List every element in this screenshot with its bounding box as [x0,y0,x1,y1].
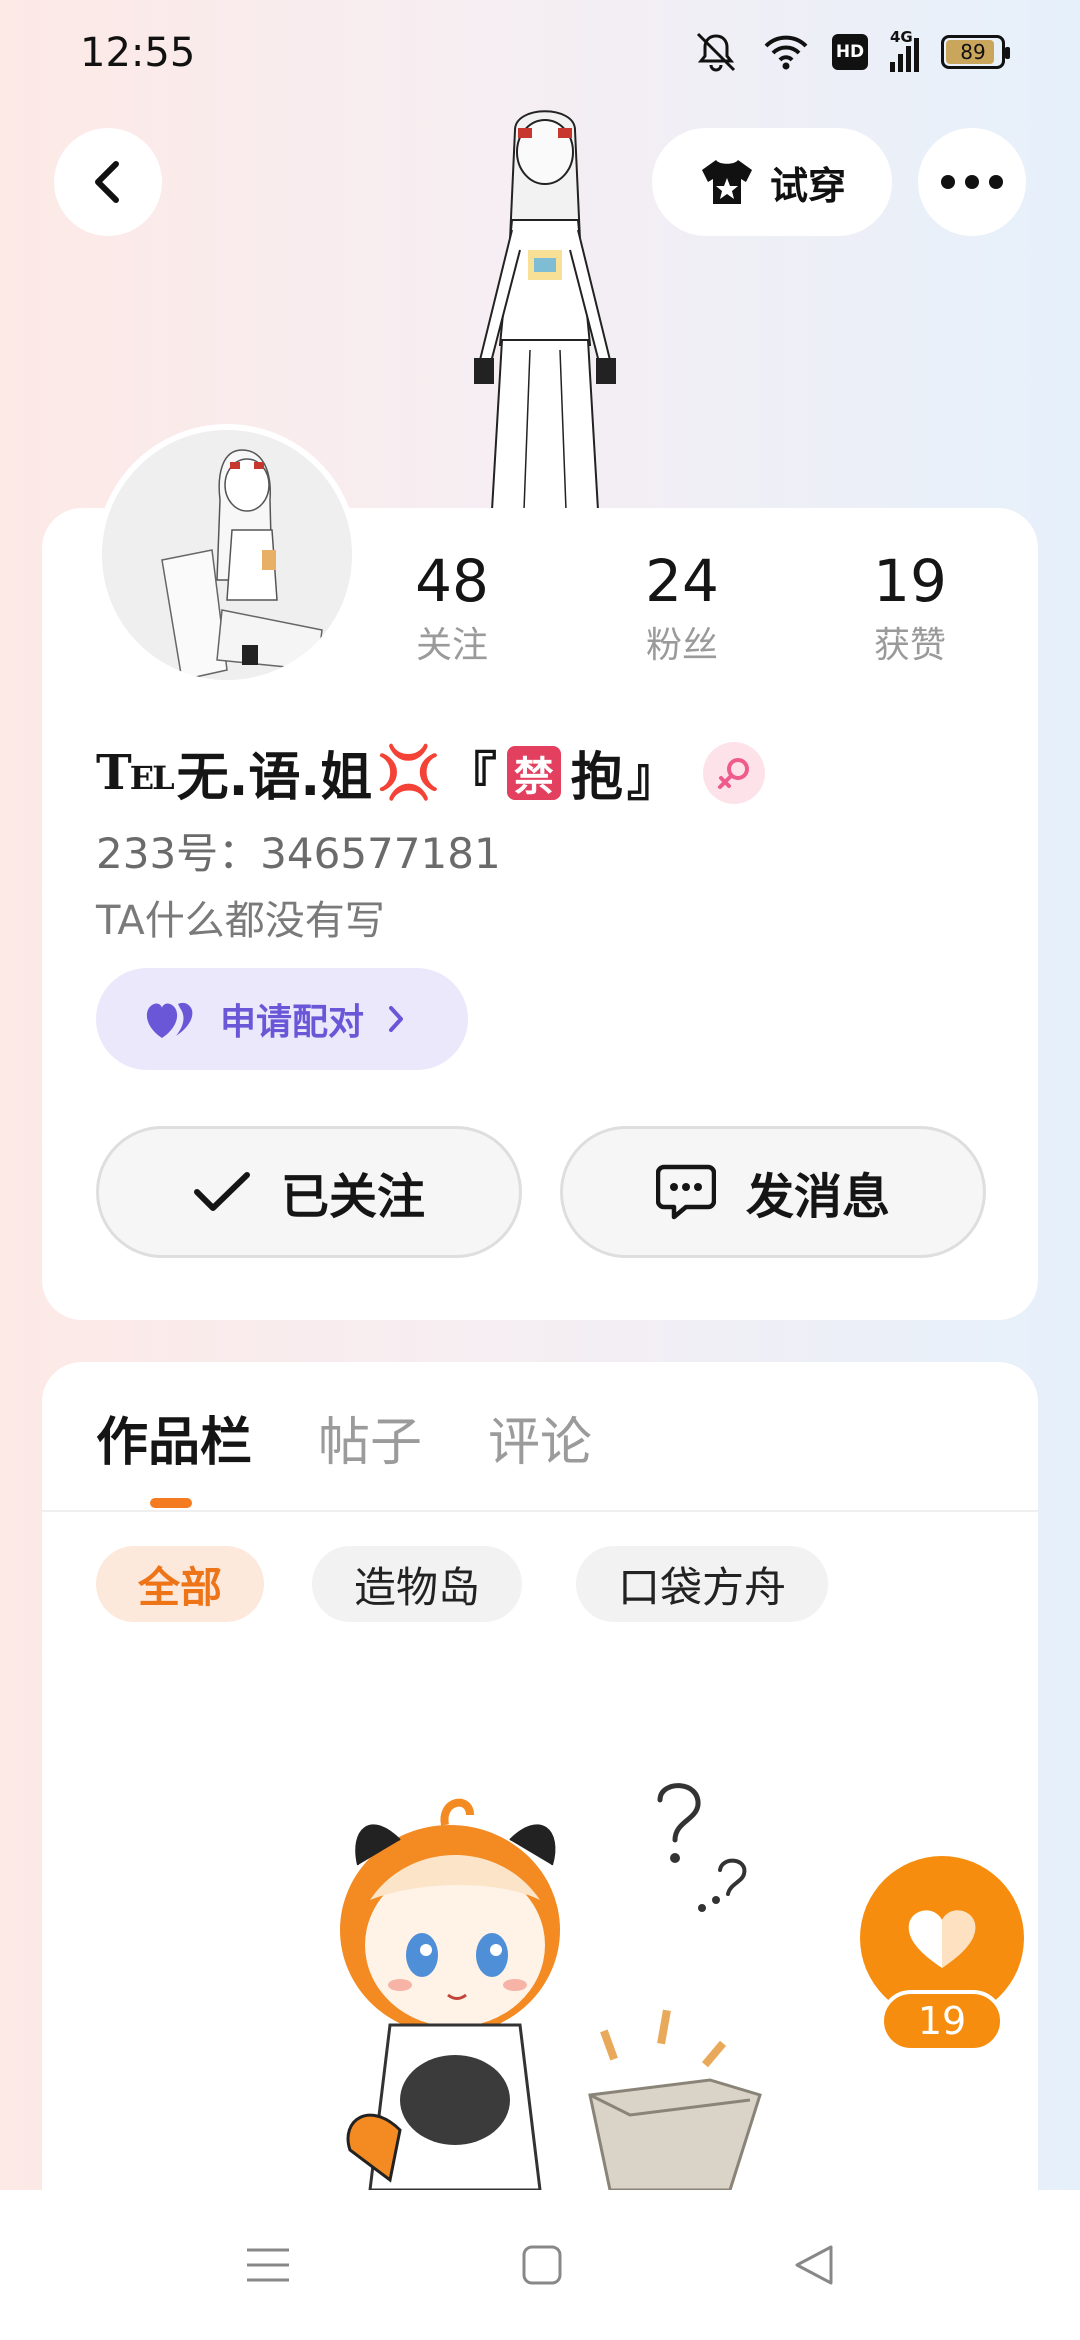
cellular-signal: 4G [890,28,919,72]
likes-count: 19 [873,547,947,615]
stat-likes[interactable]: 19 获赞 [820,547,1000,668]
female-icon [717,757,749,789]
home-square-icon[interactable] [521,2244,563,2286]
ban-badge: 禁 [506,745,561,800]
network-type: 4G [890,28,913,46]
empty-state-mascot-illustration [340,1783,762,2190]
nickname-prefix-small: EL [129,758,175,797]
fans-count: 24 [645,547,719,615]
followed-label: 已关注 [280,1169,425,1225]
active-tab-indicator [150,1498,192,1508]
profile-screen: 12:55 HD 4G 89 试穿 48 关注 24 粉丝 19 获赞 TEL … [0,0,1080,2340]
tabs-divider [42,1510,1038,1512]
filter-creation-island[interactable]: 造物岛 [312,1546,523,1622]
try-on-label: 试穿 [769,163,846,208]
signal-bar-2 [898,54,903,72]
stat-following[interactable]: 48 关注 [362,547,542,668]
mute-bell-icon [696,32,736,72]
following-label: 关注 [415,624,488,666]
filter-pocket-ark[interactable]: 口袋方舟 [576,1546,829,1622]
hd-badge: HD [832,34,868,70]
status-time: 12:55 [80,30,196,76]
request-pair-label: 申请配对 [220,1002,365,1043]
nickname-prefix-big: T [96,744,132,801]
heart-icon [908,1910,976,1968]
nickname-main: 无.语.姐 [176,748,373,808]
status-icons: HD 4G 89 [692,28,1010,74]
send-message-label: 发消息 [745,1169,890,1225]
avatar[interactable] [96,424,358,686]
avatar-character-image [102,430,352,680]
nickname-bracket-close: 』 [626,748,679,808]
menu-icon[interactable] [245,2245,291,2285]
fans-label: 粉丝 [645,624,718,666]
system-nav-bar [0,2190,1080,2340]
nickname: TEL 无.语.姐 💢 『 禁 抱 』 [96,735,765,810]
bio: TA什么都没有写 [96,898,385,944]
more-button[interactable] [918,128,1026,236]
avatar-image [102,430,352,680]
signal-bar-4 [914,38,919,72]
user-id: 233号：346577181 [96,829,501,878]
battery-indicator: 89 [941,35,1010,69]
back-button[interactable] [54,128,162,236]
send-message-button[interactable]: 发消息 [560,1126,986,1258]
followed-button[interactable]: 已关注 [96,1126,522,1258]
back-triangle-icon[interactable] [793,2243,835,2287]
anger-emoji: 💢 [376,743,441,803]
stat-fans[interactable]: 24 粉丝 [592,547,772,668]
chevron-right-icon [389,1006,404,1032]
signal-bar-1 [890,62,895,72]
nickname-bracket-open: 『 [444,748,497,808]
more-dots-icon [941,175,1003,189]
try-on-button[interactable]: 试穿 [652,128,892,236]
filter-all[interactable]: 全部 [96,1546,265,1622]
tab-comments[interactable]: 评论 [488,1400,592,1475]
wifi-icon [764,35,808,70]
request-pair-button[interactable]: 申请配对 [96,968,468,1070]
status-bar: 12:55 HD 4G 89 [0,0,1080,100]
female-gender-badge [702,741,765,804]
nickname-prefix: TEL [96,744,175,801]
chevron-left-icon [95,161,119,203]
tshirt-icon [701,160,752,204]
following-count: 48 [415,547,489,615]
nickname-hug: 抱 [570,748,623,808]
chat-bubble-icon [655,1164,716,1220]
likes-label: 获赞 [873,624,946,666]
avatar-character-illustration [474,110,616,510]
double-heart-icon [146,1002,193,1038]
tab-works[interactable]: 作品栏 [96,1400,252,1475]
like-count-badge: 19 [880,1990,1004,2052]
battery-level: 89 [960,40,986,64]
signal-bar-3 [906,46,911,72]
checkmark-icon [193,1172,250,1211]
tab-posts[interactable]: 帖子 [318,1400,422,1475]
